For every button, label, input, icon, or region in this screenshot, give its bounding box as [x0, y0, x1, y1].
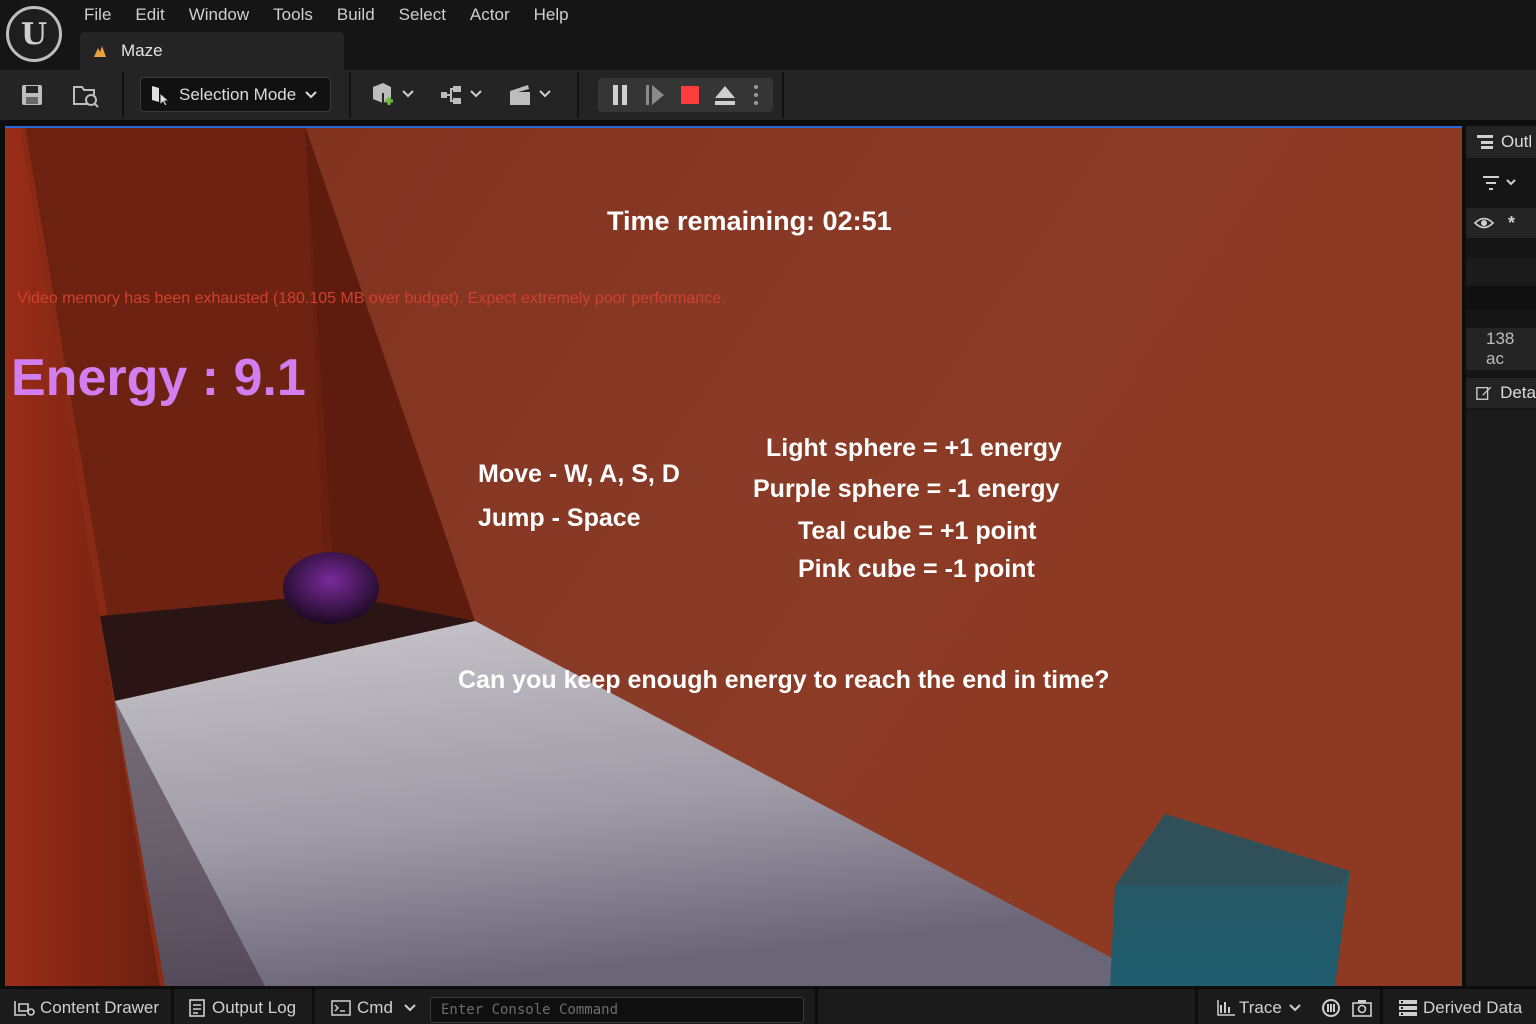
chevron-down-icon: [404, 1004, 416, 1012]
details-tab[interactable]: Deta: [1466, 378, 1536, 408]
stop-icon[interactable]: [674, 79, 706, 111]
legend-purple-sphere: Purple sphere = -1 energy: [753, 475, 1060, 503]
legend-light-sphere: Light sphere = +1 energy: [766, 434, 1062, 462]
content-drawer-label: Content Drawer: [40, 998, 160, 1017]
menu-file[interactable]: File: [72, 0, 123, 30]
details-pencil-icon: [1476, 386, 1492, 400]
blueprint-icon[interactable]: [436, 79, 486, 111]
status-divider: [171, 989, 174, 1024]
details-body: [1466, 410, 1536, 986]
menu-build[interactable]: Build: [325, 0, 387, 30]
menu-tools[interactable]: Tools: [261, 0, 325, 30]
outliner-icon: [1477, 135, 1493, 149]
record-icon: [1322, 999, 1340, 1017]
menu-select[interactable]: Select: [387, 0, 458, 30]
status-divider: [312, 989, 315, 1024]
right-side-panel: Outl * 138 ac Deta: [1466, 126, 1536, 986]
menu-edit[interactable]: Edit: [123, 0, 176, 30]
level-tab-maze[interactable]: Maze: [80, 32, 344, 70]
outliner-tab[interactable]: Outl: [1466, 126, 1536, 158]
eject-icon[interactable]: [709, 79, 741, 111]
time-remaining-text: Time remaining: 02:51: [607, 206, 892, 236]
controls-move: Move - W, A, S, D: [478, 460, 680, 488]
menu-help[interactable]: Help: [522, 0, 581, 30]
status-divider: [815, 989, 818, 1024]
actor-count-bar: 138 ac: [1466, 328, 1536, 370]
cmd-dropdown[interactable]: Cmd: [331, 991, 417, 1024]
details-tab-label: Deta: [1500, 383, 1536, 402]
outliner-row: [1466, 258, 1536, 286]
actor-count: 138 ac: [1486, 329, 1515, 368]
toolbar-divider: [782, 72, 784, 118]
derived-data-label: Derived Data: [1423, 998, 1523, 1017]
energy-readout: Energy : 9.1: [11, 349, 306, 407]
selection-mode-label: Selection Mode: [179, 84, 297, 104]
cinematics-icon[interactable]: [505, 79, 555, 111]
content-drawer-button[interactable]: Content Drawer: [14, 991, 159, 1024]
outliner-tab-label: Outl: [1501, 132, 1533, 151]
legend-teal-cube: Teal cube = +1 point: [798, 517, 1037, 545]
chevron-down-icon: [1289, 1004, 1301, 1012]
menu-window[interactable]: Window: [177, 0, 261, 30]
save-icon[interactable]: [16, 79, 48, 111]
trace-label: Trace: [1239, 998, 1282, 1017]
terminal-icon: [331, 1000, 351, 1016]
selection-mode-dropdown[interactable]: Selection Mode: [140, 77, 331, 112]
menu-actor[interactable]: Actor: [458, 0, 522, 30]
camera-icon: [1352, 1000, 1372, 1017]
trace-dropdown[interactable]: Trace: [1216, 991, 1302, 1024]
status-divider: [1380, 989, 1383, 1024]
output-log-button[interactable]: Output Log: [189, 991, 296, 1024]
content-drawer-icon: [14, 1001, 35, 1016]
status-divider: [1195, 989, 1198, 1024]
pause-icon[interactable]: [604, 79, 636, 111]
menu-bar: File Edit Window Tools Build Select Acto…: [72, 0, 581, 30]
scene-render: [5, 126, 1462, 986]
level-tab-label: Maze: [121, 41, 163, 60]
logo-glyph: U: [20, 16, 48, 52]
toolbar-divider: [122, 72, 124, 118]
derived-data-icon: [1399, 1000, 1417, 1016]
pin-star-icon[interactable]: *: [1508, 213, 1515, 234]
objective-question: Can you keep enough energy to reach the …: [458, 666, 1110, 694]
browse-content-icon[interactable]: [70, 79, 102, 111]
filter-dropdown[interactable]: [1466, 170, 1536, 196]
legend-pink-cube: Pink cube = -1 point: [798, 555, 1035, 583]
derived-data-button[interactable]: Derived Data: [1398, 991, 1522, 1024]
play-controls: [598, 78, 773, 112]
toolbar-divider: [349, 72, 351, 118]
level-viewport[interactable]: Time remaining: 02:51 Video memory has b…: [5, 126, 1462, 986]
visibility-eye-icon[interactable]: [1474, 216, 1494, 230]
more-options-icon[interactable]: [744, 79, 768, 111]
level-icon: [94, 46, 106, 57]
outliner-column-header: *: [1466, 208, 1536, 238]
screenshot-button[interactable]: [1351, 991, 1373, 1024]
video-memory-warning: Video memory has been exhausted (180.105…: [17, 290, 726, 307]
main-toolbar: Selection Mode: [0, 70, 1536, 120]
unreal-logo-icon[interactable]: U: [6, 6, 62, 62]
add-actor-icon[interactable]: [368, 79, 418, 111]
toolbar-divider: [577, 72, 579, 118]
output-log-label: Output Log: [212, 998, 297, 1017]
trace-icon: [1217, 1000, 1235, 1016]
console-command-input[interactable]: [430, 997, 804, 1023]
outliner-row: [1466, 286, 1536, 310]
cursor-icon: [152, 85, 171, 106]
cmd-label: Cmd: [357, 998, 393, 1017]
frame-skip-icon[interactable]: [639, 79, 671, 111]
bottom-status-bar: Content Drawer Output Log Cmd Trace Deri…: [0, 988, 1536, 1024]
controls-jump: Jump - Space: [478, 504, 641, 532]
purple-sphere: [283, 552, 379, 624]
title-bar: U File Edit Window Tools Build Select Ac…: [0, 0, 1536, 70]
chevron-down-icon: [305, 90, 317, 98]
output-log-icon: [189, 999, 205, 1017]
filter-icon: [1483, 176, 1516, 190]
insights-record-button[interactable]: [1321, 991, 1341, 1024]
